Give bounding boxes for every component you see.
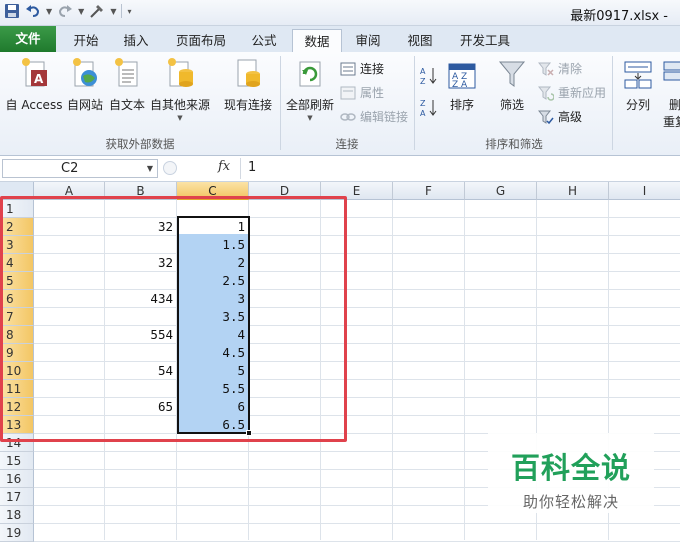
gridline-vertical xyxy=(464,200,465,540)
svg-text:Z: Z xyxy=(420,77,426,86)
tab-home[interactable]: 开始 xyxy=(66,29,106,52)
qat-separator xyxy=(121,4,123,18)
svg-text:A: A xyxy=(420,67,426,76)
database-icon xyxy=(164,56,196,92)
from-web-button[interactable]: 自网站 xyxy=(64,56,106,113)
redo-dropdown-icon[interactable]: ▼ xyxy=(78,7,84,16)
customize-qat-icon[interactable]: ▾ xyxy=(127,7,131,16)
existing-connections-button[interactable]: 现有连接 xyxy=(220,56,276,113)
globe-icon xyxy=(69,56,101,92)
text-to-columns-button[interactable]: 分列 xyxy=(618,56,658,113)
svg-text:A: A xyxy=(420,109,426,118)
formula-divider xyxy=(240,158,241,179)
gridline-vertical xyxy=(392,200,393,540)
chevron-down-icon: ▼ xyxy=(177,114,183,122)
formula-input[interactable]: 1 xyxy=(248,160,256,175)
watermark-subtitle: 助你轻松解决 xyxy=(522,493,619,511)
watermark: 百科全说 助你轻松解决 xyxy=(488,433,654,513)
name-box[interactable]: C2 ▼ xyxy=(2,159,158,178)
window-title: 最新0917.xlsx - xyxy=(570,9,668,24)
formula-bar: C2 ▼ fx 1 xyxy=(0,156,680,182)
tab-review[interactable]: 审阅 xyxy=(348,29,388,52)
tools-icon[interactable] xyxy=(89,3,105,19)
redo-icon[interactable] xyxy=(57,3,73,19)
clear-filter-icon xyxy=(537,61,554,77)
link-icon xyxy=(340,109,356,125)
column-header-f[interactable]: F xyxy=(393,182,465,200)
properties-icon xyxy=(340,85,356,101)
advanced-filter-icon xyxy=(537,109,554,125)
formula-bar-resize-handle[interactable] xyxy=(163,161,177,175)
svg-text:A: A xyxy=(34,72,44,86)
tab-page-layout[interactable]: 页面布局 xyxy=(168,29,234,52)
remove-duplicates-button[interactable]: 删 重复 xyxy=(660,56,680,130)
column-header-g[interactable]: G xyxy=(465,182,537,200)
insert-function-button[interactable]: fx xyxy=(218,159,230,174)
row-header-16[interactable]: 16 xyxy=(0,470,34,488)
reapply-button[interactable]: 重新应用 xyxy=(537,84,606,101)
refresh-icon xyxy=(294,56,326,92)
advanced-filter-button[interactable]: 高级 xyxy=(537,108,582,125)
filter-icon xyxy=(496,56,528,92)
group-separator xyxy=(414,56,415,150)
save-icon[interactable] xyxy=(4,3,20,19)
group-separator xyxy=(280,56,281,150)
row-header-15[interactable]: 15 xyxy=(0,452,34,470)
from-text-button[interactable]: 自文本 xyxy=(106,56,148,113)
chevron-down-icon: ▼ xyxy=(307,114,313,122)
undo-dropdown-icon[interactable]: ▼ xyxy=(46,7,52,16)
svg-text:Z A: Z A xyxy=(452,80,468,90)
group-label-connections: 连接 xyxy=(335,137,359,151)
refresh-all-button[interactable]: 全部刷新 ▼ xyxy=(284,56,336,122)
sort-ascending-button[interactable]: AZ xyxy=(420,66,437,86)
undo-icon[interactable] xyxy=(25,3,41,19)
from-other-sources-button[interactable]: 自其他来源 ▼ xyxy=(148,56,212,122)
access-icon: A xyxy=(18,56,50,92)
edit-links-button[interactable]: 编辑链接 xyxy=(340,108,408,125)
tools-dropdown-icon[interactable]: ▼ xyxy=(110,7,116,16)
quick-access-toolbar: ▼ ▼ ▼ ▾ xyxy=(4,3,131,19)
ribbon-data: A 自 Access 自网站 自文本 自其他来源 ▼ 现有连接 获取外部数据 全… xyxy=(0,52,680,156)
chevron-down-icon[interactable]: ▼ xyxy=(147,160,153,177)
tab-file[interactable]: 文件 xyxy=(0,26,56,52)
group-label-sort-filter: 排序和筛选 xyxy=(485,137,543,151)
sort-dialog-icon: A ZZ A xyxy=(446,56,478,92)
ribbon-tabs: 文件 开始 插入 页面布局 公式 数据 审阅 视图 开发工具 xyxy=(0,26,680,52)
text-file-icon xyxy=(111,56,143,92)
sort-descending-button[interactable]: ZA xyxy=(420,98,437,118)
tab-developer[interactable]: 开发工具 xyxy=(452,29,518,52)
filter-button[interactable]: 筛选 xyxy=(494,56,530,113)
tab-insert[interactable]: 插入 xyxy=(116,29,156,52)
column-header-i[interactable]: I xyxy=(609,182,680,200)
column-header-h[interactable]: H xyxy=(537,182,609,200)
row-header-19[interactable]: 19 xyxy=(0,524,34,542)
connections-icon xyxy=(340,61,356,77)
group-separator xyxy=(612,56,613,150)
reapply-icon xyxy=(537,85,555,101)
sort-az-icon: AZ xyxy=(420,66,437,86)
tab-formulas[interactable]: 公式 xyxy=(244,29,284,52)
sort-button[interactable]: A ZZ A 排序 xyxy=(444,56,480,113)
group-label-external: 获取外部数据 xyxy=(105,137,175,151)
gridline-horizontal xyxy=(34,523,680,524)
tab-view[interactable]: 视图 xyxy=(400,29,440,52)
watermark-title: 百科全说 xyxy=(510,451,631,485)
svg-text:Z: Z xyxy=(420,99,426,108)
existing-connections-icon xyxy=(232,56,264,92)
text-to-columns-icon xyxy=(622,56,654,92)
properties-button[interactable]: 属性 xyxy=(340,84,384,101)
clear-button[interactable]: 清除 xyxy=(537,60,582,77)
highlight-annotation-box xyxy=(0,196,347,442)
tab-data[interactable]: 数据 xyxy=(292,29,342,52)
remove-duplicates-icon xyxy=(660,56,680,92)
connections-button[interactable]: 连接 xyxy=(340,60,384,77)
row-header-18[interactable]: 18 xyxy=(0,506,34,524)
row-header-17[interactable]: 17 xyxy=(0,488,34,506)
sort-za-icon: ZA xyxy=(420,98,437,118)
title-bar: ▼ ▼ ▼ ▾ 最新0917.xlsx - xyxy=(0,0,680,26)
from-access-button[interactable]: A 自 Access xyxy=(4,56,64,113)
